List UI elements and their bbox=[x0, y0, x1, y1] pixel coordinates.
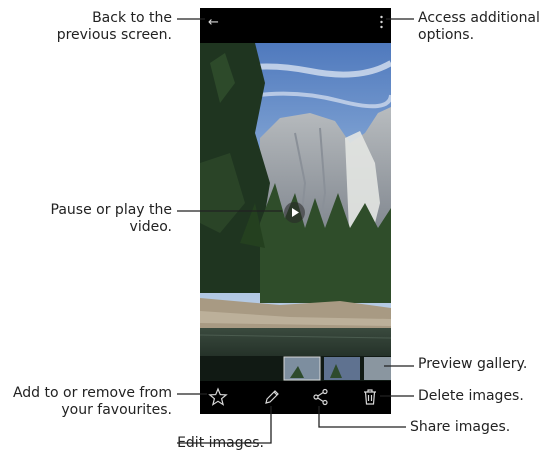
callout-favourite: Add to or remove from your favourites. bbox=[13, 385, 172, 419]
phone-screen: ← bbox=[200, 8, 391, 414]
pencil-icon[interactable] bbox=[262, 387, 282, 407]
callout-options-line1: Access additional bbox=[418, 10, 540, 26]
more-options-icon[interactable] bbox=[380, 15, 383, 29]
callout-edit: Edit images. bbox=[177, 435, 264, 451]
callout-options: Access additional options. bbox=[418, 10, 540, 44]
callout-play-line1: Pause or play the bbox=[50, 202, 172, 218]
play-button[interactable] bbox=[284, 202, 305, 223]
callout-options-line2: options. bbox=[418, 27, 475, 43]
trash-icon[interactable] bbox=[360, 387, 380, 407]
play-icon bbox=[292, 208, 299, 217]
share-icon[interactable] bbox=[311, 387, 331, 407]
action-bar bbox=[200, 381, 391, 414]
callout-back-line1: Back to the bbox=[92, 10, 172, 26]
callout-delete: Delete images. bbox=[418, 388, 524, 404]
star-icon[interactable] bbox=[208, 387, 228, 407]
top-bar: ← bbox=[200, 8, 391, 43]
back-arrow-icon[interactable]: ← bbox=[208, 16, 219, 30]
callout-preview: Preview gallery. bbox=[418, 356, 528, 372]
callout-favourite-line1: Add to or remove from bbox=[12, 385, 172, 401]
callout-play-line2: video. bbox=[129, 219, 172, 235]
preview-gallery[interactable] bbox=[200, 356, 391, 381]
callout-back-line2: previous screen. bbox=[56, 27, 172, 43]
callout-back: Back to the previous screen. bbox=[57, 10, 172, 44]
callout-play: Pause or play the video. bbox=[51, 202, 172, 236]
callout-share: Share images. bbox=[410, 419, 511, 435]
callout-favourite-line2: your favourites. bbox=[61, 402, 172, 418]
